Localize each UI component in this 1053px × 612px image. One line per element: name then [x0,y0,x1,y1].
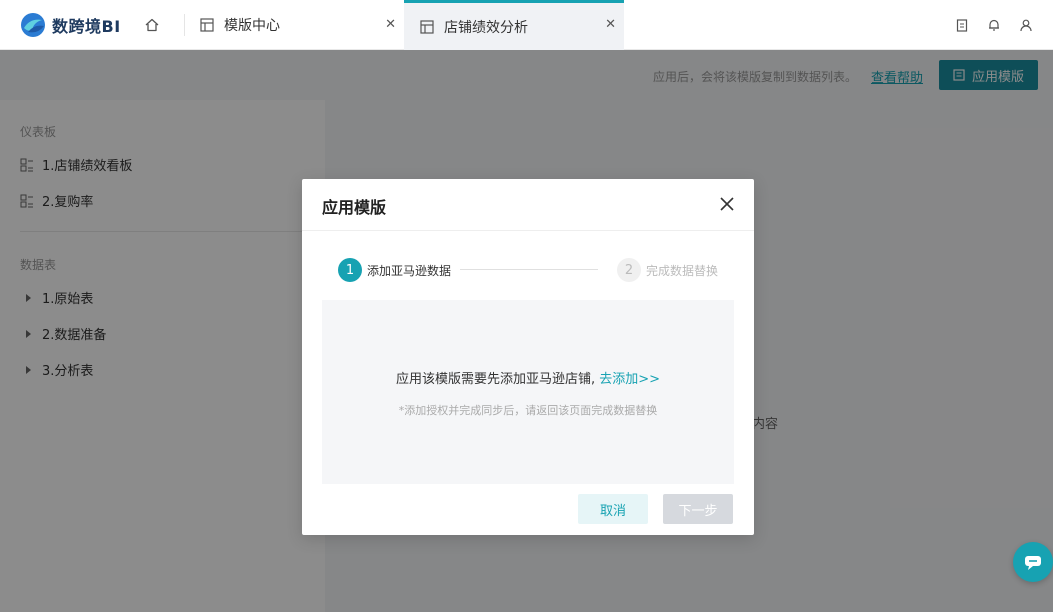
dialog-note: *添加授权并完成同步后，请返回该页面完成数据替换 [398,404,658,417]
logo-text: 数跨境BI [52,17,121,36]
tab-label: 模版中心 [224,18,280,34]
logo-icon [21,13,45,37]
close-tab-icon[interactable]: ✕ [605,17,616,32]
dialog-header: 应用模版 [302,179,754,231]
app-logo[interactable]: 数跨境BI [20,12,121,38]
chat-support-button[interactable] [1013,542,1053,582]
home-icon [145,18,159,32]
tab-label: 店铺绩效分析 [444,19,528,36]
topbar-actions [953,16,1035,34]
cancel-button[interactable]: 取消 [578,494,648,524]
step-number: 2 [617,258,641,282]
stepper: 1 添加亚马逊数据 2 完成数据替换 [338,258,720,282]
dialog-title: 应用模版 [322,198,387,217]
close-icon[interactable] [718,195,736,213]
apply-template-dialog: 应用模版 1 添加亚马逊数据 2 完成数据替换 应用该模版需要先添加亚马逊店铺,… [302,179,754,535]
step-number: 1 [338,258,362,282]
bell-icon[interactable] [985,16,1003,34]
layout-icon [200,18,214,32]
step-connector [460,269,598,270]
chat-icon [1025,556,1041,570]
layout-icon [420,19,434,34]
home-button[interactable] [142,15,162,35]
add-store-link[interactable]: 去添加>> [599,372,660,387]
dialog-message: 应用该模版需要先添加亚马逊店铺, 去添加>> [322,368,734,387]
clipboard-icon[interactable] [953,16,971,34]
step-label: 添加亚马逊数据 [367,264,452,278]
tab-store-performance[interactable]: 店铺绩效分析 ✕ [404,0,624,50]
top-bar: 数跨境BI 模版中心 ✕ 店铺绩效分析 ✕ [0,0,1053,50]
message-text: 应用该模版需要先添加亚马逊店铺, [395,372,596,387]
user-icon[interactable] [1017,16,1035,34]
step-label: 完成数据替换 [646,264,719,278]
next-step-button[interactable]: 下一步 [663,494,733,524]
close-tab-icon[interactable]: ✕ [385,17,396,32]
tab-template-center[interactable]: 模版中心 ✕ [200,0,404,50]
dialog-body-panel: 应用该模版需要先添加亚马逊店铺, 去添加>> *添加授权并完成同步后，请返回该页… [322,300,734,484]
tab-divider [184,14,185,36]
